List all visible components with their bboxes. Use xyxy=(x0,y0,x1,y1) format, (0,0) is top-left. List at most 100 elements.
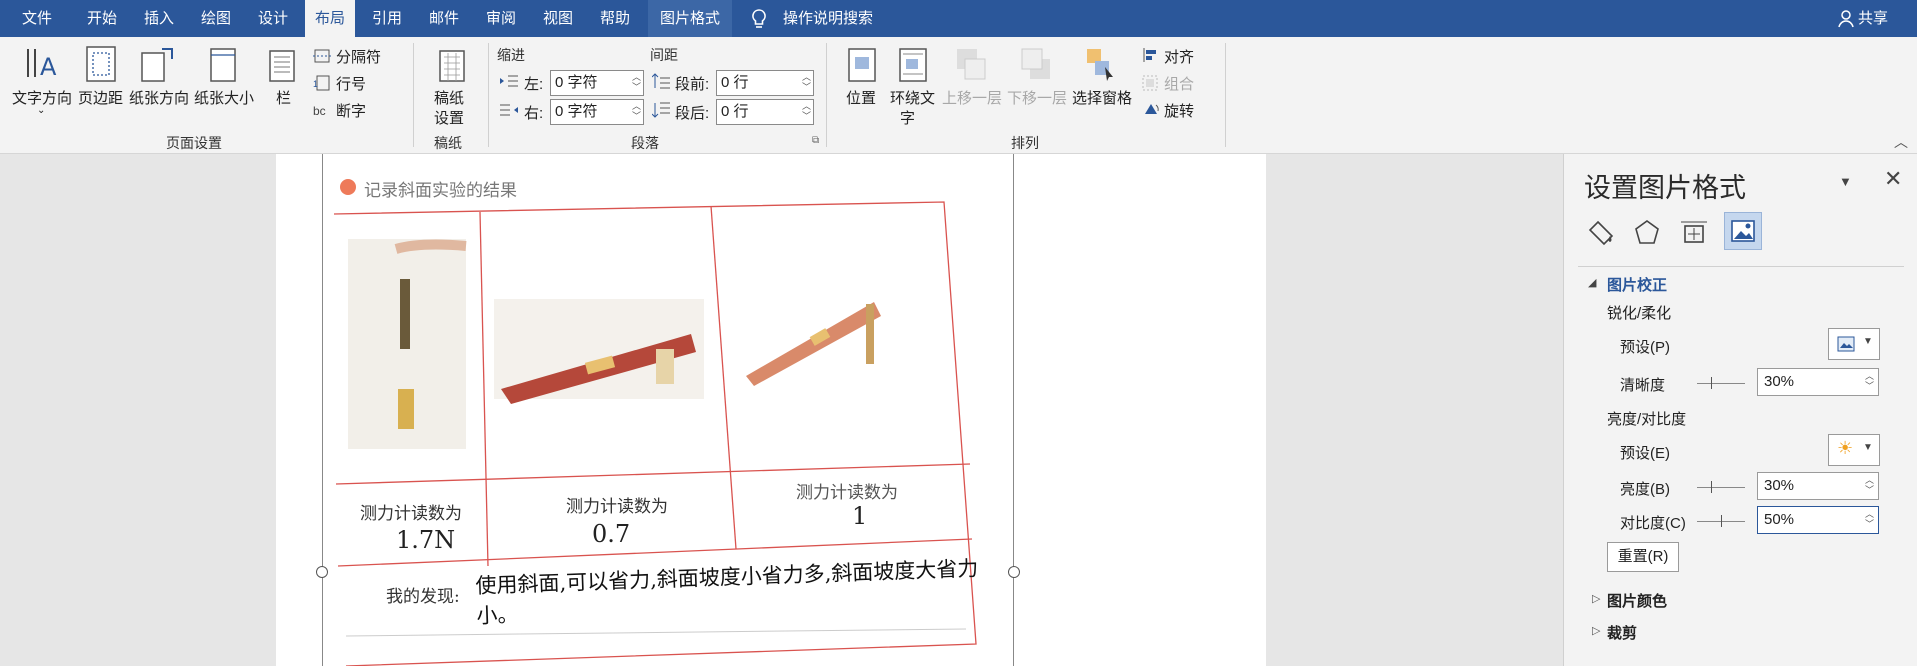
section-picture-correction[interactable]: 图片校正 xyxy=(1607,274,1667,295)
tab-design[interactable]: 设计 xyxy=(258,0,288,37)
sharpness-slider-handle[interactable] xyxy=(1711,377,1713,389)
dialog-launcher-icon[interactable]: ⧉ xyxy=(812,135,819,146)
collapse-ribbon-icon[interactable]: ︿ xyxy=(1894,132,1908,152)
spin-arrows-icon[interactable]: ︿ ﹀ xyxy=(802,72,811,92)
document-page: 记录斜面实验的结果 测力计读数为 1.7N 测力计读数为 0.7 测力计读数为 … xyxy=(276,154,1266,666)
tab-references[interactable]: 引用 xyxy=(372,0,402,37)
indent-left-value: 0 字符 xyxy=(555,74,598,91)
align-button[interactable]: 对齐 xyxy=(1164,46,1194,67)
share-button[interactable]: 共享 xyxy=(1858,0,1888,37)
worksheet-picture[interactable]: 记录斜面实验的结果 测力计读数为 1.7N 测力计读数为 0.7 测力计读数为 … xyxy=(326,154,1010,666)
wrap-text-button-line1[interactable]: 环绕文 xyxy=(890,87,935,108)
section-picture-color[interactable]: 图片颜色 xyxy=(1607,590,1667,611)
fill-line-icon[interactable] xyxy=(1586,218,1616,252)
tell-me-search[interactable]: 操作说明搜索 xyxy=(783,0,873,37)
chevron-down-icon: ▼ xyxy=(1863,336,1873,347)
line-numbers-button[interactable]: 行号 xyxy=(336,73,366,94)
contrast-slider-handle[interactable] xyxy=(1721,515,1722,527)
indent-right-value: 0 字符 xyxy=(555,103,598,120)
format-picture-pane: 设置图片格式 ▼ ✕ ◢ 图片校正 锐化/柔化 预设(P) ▼ 清晰度 30% ︿… xyxy=(1563,154,1917,666)
brightness-slider[interactable] xyxy=(1697,487,1745,488)
selection-pane-button[interactable]: 选择窗格 xyxy=(1072,87,1132,108)
sharpen-preset-icon xyxy=(1837,336,1855,356)
wrap-text-button-line2[interactable]: 字 xyxy=(900,107,915,128)
sharpen-soften-heading: 锐化/柔化 xyxy=(1607,305,1672,322)
picture-tab[interactable] xyxy=(1724,212,1762,250)
group-label-arrange: 排列 xyxy=(1011,135,1039,151)
tab-review[interactable]: 审阅 xyxy=(486,0,516,37)
reset-button[interactable]: 重置(R) xyxy=(1607,542,1679,572)
ribbon: A 文字方向 ⌄ 页边距 纸张方向 纸张大小 栏 分隔符 1 行号 bc 断字 … xyxy=(0,37,1917,154)
send-backward-button[interactable]: 下移一层 xyxy=(1007,87,1067,108)
tab-home[interactable]: 开始 xyxy=(87,0,117,37)
section-crop[interactable]: 裁剪 xyxy=(1607,622,1637,643)
size-icon xyxy=(207,45,239,87)
hyphenation-icon: bc xyxy=(313,102,333,122)
sharpness-label: 清晰度 xyxy=(1620,377,1666,394)
effects-icon[interactable] xyxy=(1632,218,1662,252)
orientation-icon xyxy=(140,45,178,87)
spin-arrows-icon[interactable]: ︿ ﹀ xyxy=(1865,509,1874,529)
picture-icon xyxy=(1730,218,1756,248)
brightness-slider-handle[interactable] xyxy=(1711,481,1713,493)
spin-arrows-icon[interactable]: ︿ ﹀ xyxy=(632,101,641,121)
preset-brightness-dropdown[interactable]: ☀ ▼ xyxy=(1828,434,1880,466)
indent-right-icon xyxy=(500,103,518,121)
orientation-button[interactable]: 纸张方向 xyxy=(129,87,189,108)
margins-button[interactable]: 页边距 xyxy=(78,87,123,108)
tab-insert[interactable]: 插入 xyxy=(144,0,174,37)
manuscript-icon xyxy=(438,49,466,87)
spin-arrows-icon[interactable]: ︿ ﹀ xyxy=(1865,475,1874,495)
bring-forward-button[interactable]: 上移一层 xyxy=(942,87,1002,108)
group-label-paragraph: 段落 xyxy=(631,135,659,151)
manuscript-button-line2[interactable]: 设置 xyxy=(434,107,464,128)
tab-layout[interactable]: 布局 xyxy=(305,0,356,37)
svg-text:1: 1 xyxy=(313,79,318,89)
contrast-label: 对比度(C) xyxy=(1620,515,1686,532)
close-icon[interactable]: ✕ xyxy=(1884,166,1902,192)
spin-arrows-icon[interactable]: ︿ ﹀ xyxy=(1865,371,1874,391)
contrast-input[interactable]: 50% ︿ ﹀ xyxy=(1757,506,1879,534)
spacing-before-input[interactable]: 0 行 ︿ ﹀ xyxy=(716,70,814,96)
finding-label: 我的发现: xyxy=(386,587,460,607)
spacing-after-value: 0 行 xyxy=(721,103,749,120)
sharpness-slider[interactable] xyxy=(1697,383,1745,384)
size-properties-icon[interactable] xyxy=(1679,218,1709,252)
align-icon xyxy=(1142,47,1158,67)
pane-options-dropdown-icon[interactable]: ▼ xyxy=(1839,174,1852,189)
columns-icon xyxy=(268,49,296,87)
tab-view[interactable]: 视图 xyxy=(543,0,573,37)
indent-left-input[interactable]: 0 字符 ︿ ﹀ xyxy=(550,70,644,96)
manuscript-button-line1[interactable]: 稿纸 xyxy=(434,87,464,108)
cell2-label: 测力计读数为 xyxy=(566,497,668,517)
tab-picture-format[interactable]: 图片格式 xyxy=(648,0,733,37)
spacing-after-input[interactable]: 0 行 ︿ ﹀ xyxy=(716,99,814,125)
brightness-input[interactable]: 30% ︿ ﹀ xyxy=(1757,472,1879,500)
spacing-after-icon xyxy=(651,102,670,122)
sharpness-input[interactable]: 30% ︿ ﹀ xyxy=(1757,368,1879,396)
spin-arrows-icon[interactable]: ︿ ﹀ xyxy=(802,101,811,121)
rotate-button[interactable]: 旋转 xyxy=(1164,100,1194,121)
indent-left-icon xyxy=(500,74,518,92)
size-button[interactable]: 纸张大小 xyxy=(194,87,254,108)
spin-arrows-icon[interactable]: ︿ ﹀ xyxy=(632,72,641,92)
breaks-button[interactable]: 分隔符 xyxy=(336,46,381,67)
tab-mailings[interactable]: 邮件 xyxy=(429,0,459,37)
group-button[interactable]: 组合 xyxy=(1164,73,1194,94)
group-label-manuscript: 稿纸 xyxy=(434,135,462,151)
tab-help[interactable]: 帮助 xyxy=(600,0,630,37)
preset-sharpen-dropdown[interactable]: ▼ xyxy=(1828,328,1880,360)
tab-file[interactable]: 文件 xyxy=(22,0,52,37)
wrap-text-icon xyxy=(898,47,928,87)
cell2-value: 0.7 xyxy=(592,520,631,548)
cell1-value: 1.7N xyxy=(396,526,456,554)
tab-draw[interactable]: 绘图 xyxy=(201,0,231,37)
indent-right-input[interactable]: 0 字符 ︿ ﹀ xyxy=(550,99,644,125)
columns-button[interactable]: 栏 xyxy=(276,87,291,108)
collapsed-triangle-icon[interactable]: ▷ xyxy=(1592,624,1600,637)
cell3-value: 1 xyxy=(852,502,868,530)
position-button[interactable]: 位置 xyxy=(846,87,876,108)
collapsed-triangle-icon[interactable]: ▷ xyxy=(1592,592,1600,605)
expand-triangle-icon[interactable]: ◢ xyxy=(1588,276,1596,289)
hyphenation-button[interactable]: 断字 xyxy=(336,100,366,121)
